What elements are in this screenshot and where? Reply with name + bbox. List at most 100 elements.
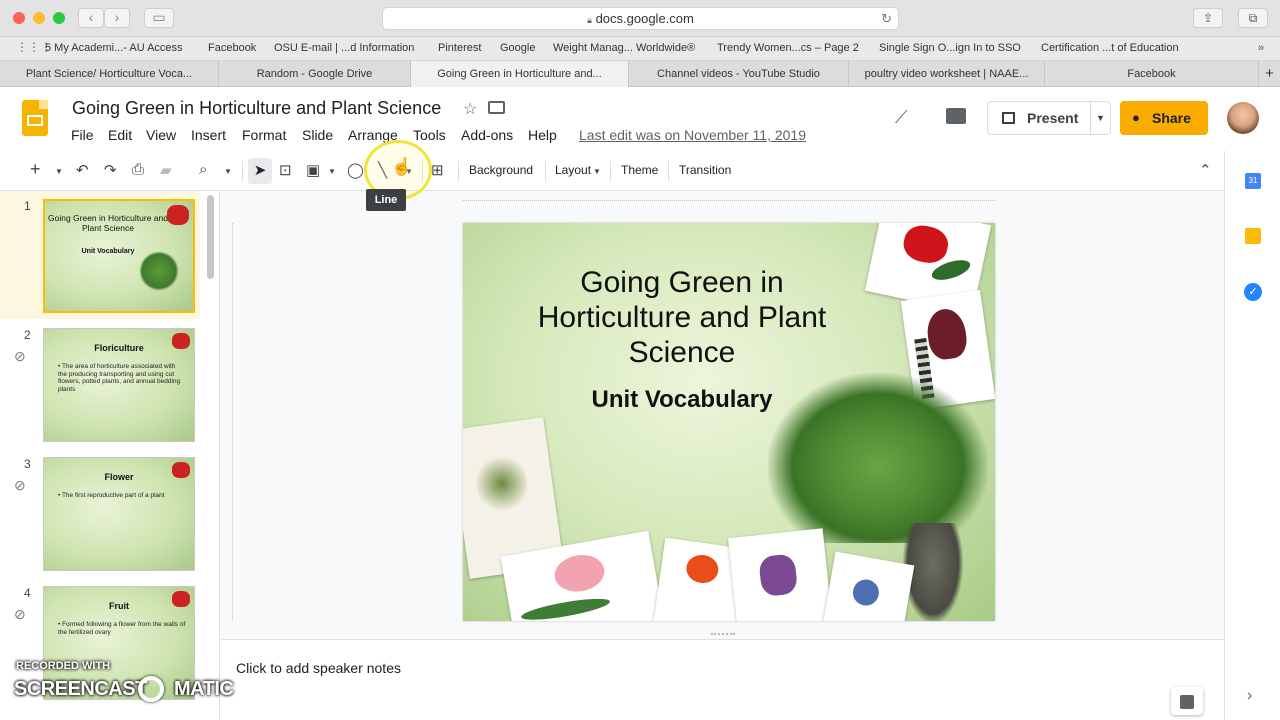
share-button[interactable]: ● Share: [1120, 101, 1208, 135]
menu-insert[interactable]: Insert: [191, 127, 226, 143]
bookmark-item[interactable]: Facebook: [208, 42, 256, 54]
sidebar-toggle-button[interactable]: ▭: [144, 8, 174, 28]
bookmark-item[interactable]: Weight Manag... Worldwide®: [553, 42, 695, 54]
browser-tab[interactable]: Plant Science/ Horticulture Voca...: [0, 61, 218, 87]
thumb-body: • The area of horticulture associated wi…: [58, 363, 181, 393]
zoom-icon[interactable]: ⌕: [199, 161, 207, 178]
bookmark-item[interactable]: Certification ...t of Education: [1041, 42, 1179, 54]
redo-icon[interactable]: ↷: [104, 161, 117, 179]
side-panel: 31 ✓ ›: [1224, 151, 1280, 720]
menu-help[interactable]: Help: [528, 127, 557, 143]
select-tool[interactable]: ➤: [248, 158, 272, 184]
succulent-image: [139, 251, 179, 291]
bookmark-item[interactable]: 5 My Academi...- AU Access: [45, 42, 183, 54]
tab-overview-button[interactable]: ⧉: [1238, 8, 1268, 28]
bookmark-item[interactable]: Single Sign O...ign In to SSO: [879, 42, 1021, 54]
slide-number: 2: [24, 328, 31, 342]
menu-file[interactable]: File: [71, 127, 94, 143]
keep-icon[interactable]: [1245, 228, 1261, 244]
close-window-button[interactable]: [13, 12, 25, 24]
reload-icon[interactable]: ↻: [881, 8, 892, 29]
browser-tabs: Plant Science/ Horticulture Voca... Rand…: [0, 61, 1280, 87]
theme-button[interactable]: Theme: [621, 163, 658, 177]
bookmark-item[interactable]: Pinterest: [438, 42, 481, 54]
tasks-icon[interactable]: ✓: [1244, 283, 1262, 301]
zoom-dropdown-icon[interactable]: ▼: [224, 167, 232, 176]
background-button[interactable]: Background: [469, 163, 533, 177]
menu-slide[interactable]: Slide: [302, 127, 333, 143]
paint-format-icon[interactable]: ▰: [160, 161, 172, 179]
document-title[interactable]: Going Green in Horticulture and Plant Sc…: [72, 98, 441, 119]
avatar[interactable]: [1227, 102, 1259, 134]
browser-tab[interactable]: Random - Google Drive: [218, 61, 410, 87]
slides-logo-icon[interactable]: [22, 100, 48, 136]
notes-resize-handle[interactable]: [711, 633, 735, 637]
flower-image: [172, 591, 190, 607]
image-icon[interactable]: ▣: [306, 161, 320, 179]
slide-thumbnail-3[interactable]: Flower • The first reproductive part of …: [43, 457, 195, 571]
menu-addons[interactable]: Add-ons: [461, 127, 513, 143]
explore-button[interactable]: [1171, 687, 1203, 715]
slide-thumbnail-2[interactable]: Floriculture • The area of horticulture …: [43, 328, 195, 442]
tabs-icon: ⧉: [1248, 11, 1258, 25]
purple-flower-card-image: [728, 528, 833, 621]
speaker-notes-placeholder[interactable]: Click to add speaker notes: [236, 660, 401, 676]
undo-icon[interactable]: ↶: [76, 161, 89, 179]
menu-format[interactable]: Format: [242, 127, 286, 143]
chevron-left-icon: ‹: [88, 9, 94, 25]
address-bar[interactable]: 🔒︎ docs.google.com ↻: [382, 7, 899, 30]
activity-trend-icon[interactable]: ⟋: [895, 107, 908, 128]
layout-button[interactable]: Layout: [555, 163, 591, 177]
current-slide[interactable]: Going Green in Horticulture and Plant Sc…: [463, 223, 995, 621]
share-icon: ⇪: [1202, 11, 1214, 25]
new-slide-dropdown-icon[interactable]: ▼: [55, 167, 63, 176]
thumb-body: • Formed following a flower from the wal…: [58, 621, 186, 636]
image-dropdown-icon[interactable]: ▼: [328, 167, 336, 176]
new-tab-button[interactable]: +: [1258, 61, 1280, 87]
more-bookmarks-icon[interactable]: »: [1258, 42, 1264, 54]
add-comment-icon[interactable]: ⊞: [431, 161, 444, 179]
slide-title[interactable]: Going Green in Horticulture and Plant Sc…: [501, 265, 863, 370]
present-dropdown[interactable]: ▼: [1090, 102, 1110, 134]
slide-subtitle[interactable]: Unit Vocabulary: [501, 386, 863, 414]
menu-view[interactable]: View: [146, 127, 176, 143]
thumb-title: Going Green in Horticulture and Plant Sc…: [47, 213, 168, 233]
browser-tab[interactable]: poultry video worksheet | NAAE...: [848, 61, 1044, 87]
share-browser-button[interactable]: ⇪: [1193, 8, 1223, 28]
browser-titlebar: ‹ › ▭ 🔒︎ docs.google.com ↻ ⇪ ⧉: [0, 0, 1280, 37]
transition-button[interactable]: Transition: [679, 163, 731, 177]
new-slide-icon[interactable]: +: [30, 159, 41, 180]
back-button[interactable]: ‹: [78, 8, 104, 28]
line-tooltip: Line: [366, 189, 406, 211]
menu-tools[interactable]: Tools: [413, 127, 446, 143]
bookmark-item[interactable]: Google: [500, 42, 535, 54]
slide-number: 1: [24, 199, 31, 213]
browser-tab[interactable]: Facebook: [1044, 61, 1258, 87]
watermark-recorded: RECORDED WITH: [16, 660, 111, 672]
layout-dropdown-icon[interactable]: ▼: [593, 167, 601, 176]
browser-tab-active[interactable]: Going Green in Horticulture and...: [410, 61, 628, 87]
collapse-toolbar-icon[interactable]: ⌃: [1199, 161, 1212, 179]
zoom-window-button[interactable]: [53, 12, 65, 24]
expand-panel-icon[interactable]: ›: [1247, 687, 1252, 705]
filmstrip-scrollbar[interactable]: [207, 195, 214, 279]
calendar-icon[interactable]: 31: [1245, 173, 1261, 189]
slide-thumbnail-1[interactable]: Going Green in Horticulture and Plant Sc…: [43, 199, 195, 313]
speaker-notes[interactable]: Click to add speaker notes: [221, 639, 1224, 720]
comments-icon[interactable]: [946, 108, 966, 124]
shape-icon[interactable]: ◯: [347, 161, 364, 179]
star-icon[interactable]: ☆: [463, 99, 477, 119]
minimize-window-button[interactable]: [33, 12, 45, 24]
bookmarks-bar: ⋮⋮⋮ 5 My Academi...- AU Access Facebook …: [0, 37, 1280, 61]
menu-edit[interactable]: Edit: [108, 127, 132, 143]
print-icon[interactable]: ⎙: [132, 161, 144, 178]
bookmark-item[interactable]: OSU E-mail | ...d Information: [274, 42, 414, 54]
last-edit-link[interactable]: Last edit was on November 11, 2019: [579, 127, 806, 143]
explore-icon: [1180, 694, 1194, 709]
text-box-icon[interactable]: ⊡: [279, 161, 292, 179]
forward-button[interactable]: ›: [104, 8, 130, 28]
present-button[interactable]: Present ▼: [987, 101, 1111, 135]
bookmark-item[interactable]: Trendy Women...cs – Page 2: [717, 42, 859, 54]
move-folder-icon[interactable]: [488, 101, 505, 114]
browser-tab[interactable]: Channel videos - YouTube Studio: [628, 61, 848, 87]
